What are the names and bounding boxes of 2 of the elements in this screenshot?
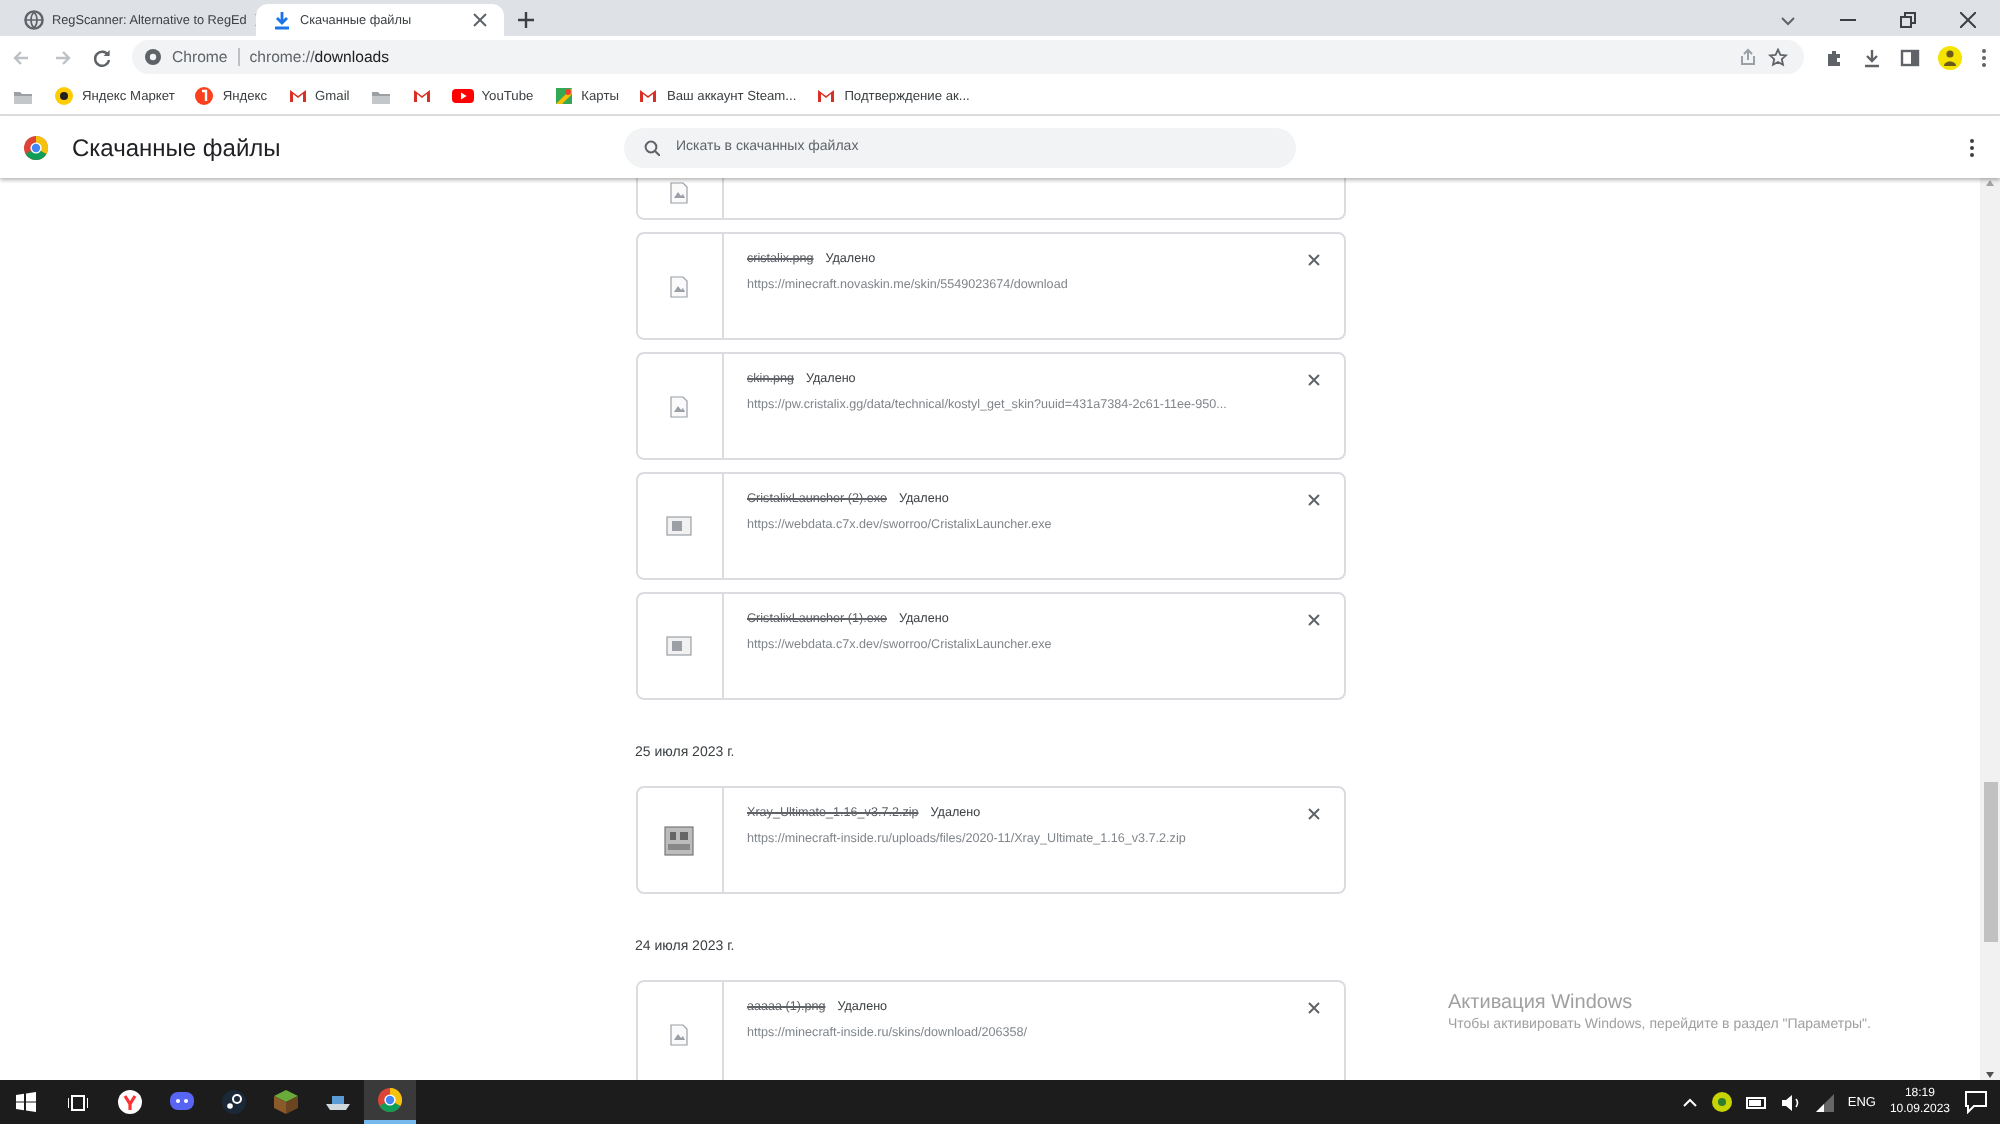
page-title: Скачанные файлы xyxy=(72,133,283,161)
activation-title: Активация Windows xyxy=(1448,992,1635,1014)
